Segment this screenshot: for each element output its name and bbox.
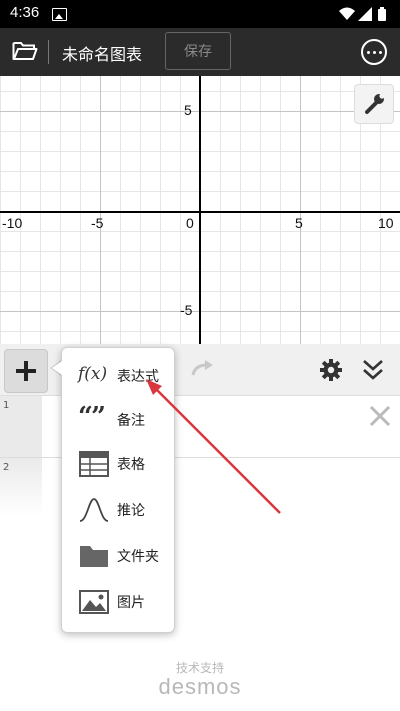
x-tick-label: 0 <box>186 215 194 231</box>
row-number: 1 <box>3 400 10 411</box>
menu-item-label: 图片 <box>117 595 145 611</box>
graph-settings-button[interactable] <box>354 84 394 124</box>
menu-item-table[interactable]: 表格 <box>62 442 174 486</box>
wifi-icon <box>339 7 355 20</box>
expression-row[interactable]: 1 <box>0 396 400 458</box>
signal-icon <box>358 7 372 21</box>
app-bar-divider <box>48 40 49 64</box>
status-time: 4:36 <box>10 4 40 21</box>
menu-item-label: 文件夹 <box>117 549 159 565</box>
folder-icon <box>80 546 108 567</box>
status-bar: 4:36 <box>0 0 400 28</box>
desmos-logo: desmos <box>158 674 242 699</box>
expression-list: 1 2 <box>0 396 400 516</box>
menu-item-label: 表达式 <box>117 369 159 385</box>
x-tick-label: -10 <box>2 215 23 231</box>
menu-item-note[interactable]: “” 备注 <box>62 398 174 442</box>
collapse-list-icon[interactable] <box>361 357 385 383</box>
more-options-icon[interactable] <box>361 39 387 65</box>
x-tick-label: 5 <box>295 215 303 231</box>
expression-row[interactable]: 2 <box>0 458 400 516</box>
x-tick-label: 10 <box>378 215 394 231</box>
menu-item-label: 备注 <box>117 413 145 429</box>
wrench-icon <box>365 93 385 114</box>
save-button[interactable]: 保存 <box>165 32 231 70</box>
row-number: 2 <box>3 462 10 473</box>
x-tick-label: -5 <box>91 215 104 231</box>
redo-icon[interactable] <box>190 358 216 380</box>
app-bar: 未命名图表 保存 <box>0 28 400 76</box>
add-item-button[interactable] <box>4 349 48 393</box>
desmos-credit: 技术支持 desmos <box>0 659 400 700</box>
quote-icon: “” <box>78 402 106 432</box>
image-notification-icon <box>52 8 67 21</box>
menu-item-expression[interactable]: f(x) 表达式 <box>62 354 174 398</box>
graph-canvas[interactable]: -10 -5 0 5 10 5 -5 <box>0 76 400 344</box>
battery-icon <box>378 7 386 21</box>
y-tick-label: -5 <box>180 302 193 318</box>
graph-title[interactable]: 未命名图表 <box>62 41 142 65</box>
menu-item-folder[interactable]: 文件夹 <box>62 534 174 578</box>
menu-item-label: 表格 <box>117 457 145 473</box>
open-folder-icon[interactable] <box>12 41 38 61</box>
distribution-icon <box>79 498 109 522</box>
graph-grid <box>0 76 400 344</box>
function-icon: f(x) <box>78 364 108 384</box>
status-icons <box>339 7 386 21</box>
image-icon <box>79 590 109 614</box>
y-tick-label: 5 <box>184 102 192 118</box>
table-icon <box>79 451 109 477</box>
menu-item-inference[interactable]: 推论 <box>62 488 174 532</box>
menu-caret-fill <box>52 361 62 375</box>
delete-icon[interactable] <box>368 404 392 428</box>
menu-item-label: 推论 <box>117 503 145 519</box>
add-item-menu: f(x) 表达式 “” 备注 表格 推论 文件夹 图片 <box>61 347 175 633</box>
gear-icon[interactable] <box>319 358 343 382</box>
menu-item-image[interactable]: 图片 <box>62 580 174 624</box>
